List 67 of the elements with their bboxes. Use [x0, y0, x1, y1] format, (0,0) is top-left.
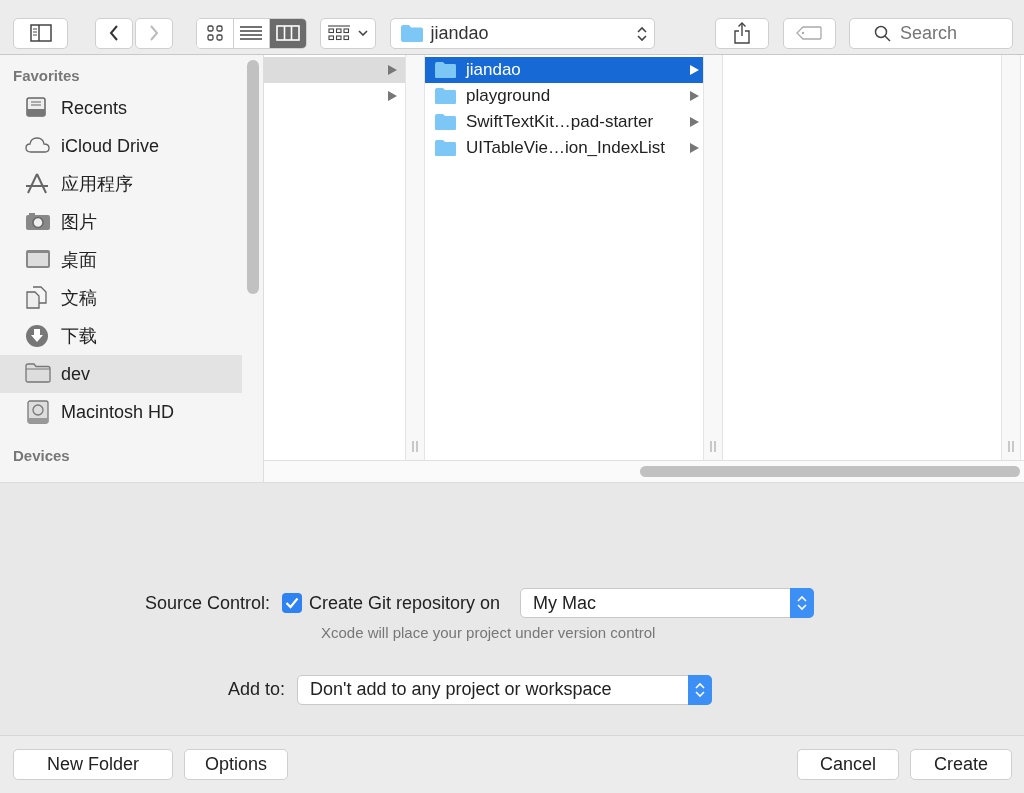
- sidebar-item[interactable]: 图片: [0, 203, 242, 241]
- download-icon: [25, 324, 51, 348]
- triangle-right-icon: [690, 143, 699, 153]
- triangle-right-icon: [690, 65, 699, 75]
- footer-button[interactable]: New Folder: [13, 749, 174, 780]
- resize-handle-icon: [412, 441, 418, 452]
- footer-button[interactable]: Options: [184, 749, 289, 780]
- triangle-right-icon: [690, 117, 699, 127]
- footer-button[interactable]: Create: [909, 749, 1012, 780]
- back-button[interactable]: [95, 17, 134, 49]
- folder-row[interactable]: SwiftTextKit…pad-starter: [425, 109, 703, 135]
- checkbox[interactable]: Create Git repository on: [282, 589, 501, 617]
- segmented-control[interactable]: [196, 17, 308, 49]
- sidebar-item[interactable]: 下载: [0, 317, 242, 355]
- caret-icon: [358, 30, 369, 36]
- sidebar-item[interactable]: iCloud Drive: [0, 127, 242, 165]
- grid-icon: [207, 25, 223, 41]
- scrollbar[interactable]: [640, 466, 1020, 477]
- resize-handle-icon: [710, 441, 716, 452]
- share-icon: [733, 22, 750, 44]
- hint-text: Xcode will place your project under version control: [321, 623, 657, 643]
- folder-row[interactable]: playground: [425, 83, 703, 109]
- triangle-right-icon: [388, 65, 397, 75]
- sidebar-icon: [29, 24, 52, 42]
- list-icon: [240, 25, 263, 41]
- tag-icon: [796, 26, 823, 40]
- view-mode-button[interactable]: [269, 18, 307, 48]
- arrange-button[interactable]: [320, 17, 377, 49]
- path-popup[interactable]: jiandao: [390, 17, 656, 49]
- folder-icon: [434, 87, 457, 105]
- columns-icon: [276, 25, 300, 41]
- chevron-left-icon: [109, 24, 120, 42]
- share-button[interactable]: [715, 17, 769, 49]
- footer-button[interactable]: Cancel: [796, 749, 899, 780]
- sidebar-item[interactable]: Recents: [0, 89, 242, 127]
- popup-button[interactable]: Don't add to any project or workspace: [297, 674, 712, 705]
- folder-icon: [400, 23, 425, 43]
- sidebar-item[interactable]: dev: [0, 355, 242, 393]
- checkmark-icon: [285, 597, 299, 609]
- triangle-right-icon: [388, 91, 397, 101]
- folder-row[interactable]: jiandao: [425, 57, 703, 83]
- scrollbar[interactable]: [247, 60, 259, 294]
- view-mode-button[interactable]: [197, 18, 234, 48]
- chevron-right-icon: [149, 24, 160, 42]
- sidebar-item[interactable]: Macintosh HD: [0, 393, 242, 431]
- field-label: Source Control:: [143, 591, 271, 615]
- up-down-arrows-icon: [637, 25, 648, 42]
- sidebar-item[interactable]: 文稿: [0, 279, 242, 317]
- up-down-arrows-icon: [695, 681, 705, 698]
- folder-icon: [434, 61, 457, 79]
- sidebar-item[interactable]: 桌面: [0, 241, 242, 279]
- folder-icon: [434, 113, 457, 131]
- sidebar-section-header: Favorites: [12, 66, 81, 86]
- folder-row[interactable]: UITableVie…ion_IndexList: [425, 135, 703, 161]
- folder-icon: [434, 139, 457, 157]
- popup-button[interactable]: My Mac: [520, 588, 815, 618]
- resize-handle-icon: [1008, 441, 1014, 452]
- sidebar-section-header: Devices: [12, 446, 71, 466]
- grid-icon: [328, 25, 351, 41]
- folder-icon: [25, 362, 51, 386]
- search-icon: [874, 24, 891, 42]
- sidebar-toggle-button[interactable]: [13, 17, 69, 49]
- search-field[interactable]: Search: [849, 17, 1013, 49]
- sidebar-item[interactable]: 应用程序: [0, 165, 242, 203]
- up-down-arrows-icon: [797, 595, 808, 611]
- triangle-right-icon: [690, 91, 699, 101]
- field-label: Add to:: [226, 678, 286, 701]
